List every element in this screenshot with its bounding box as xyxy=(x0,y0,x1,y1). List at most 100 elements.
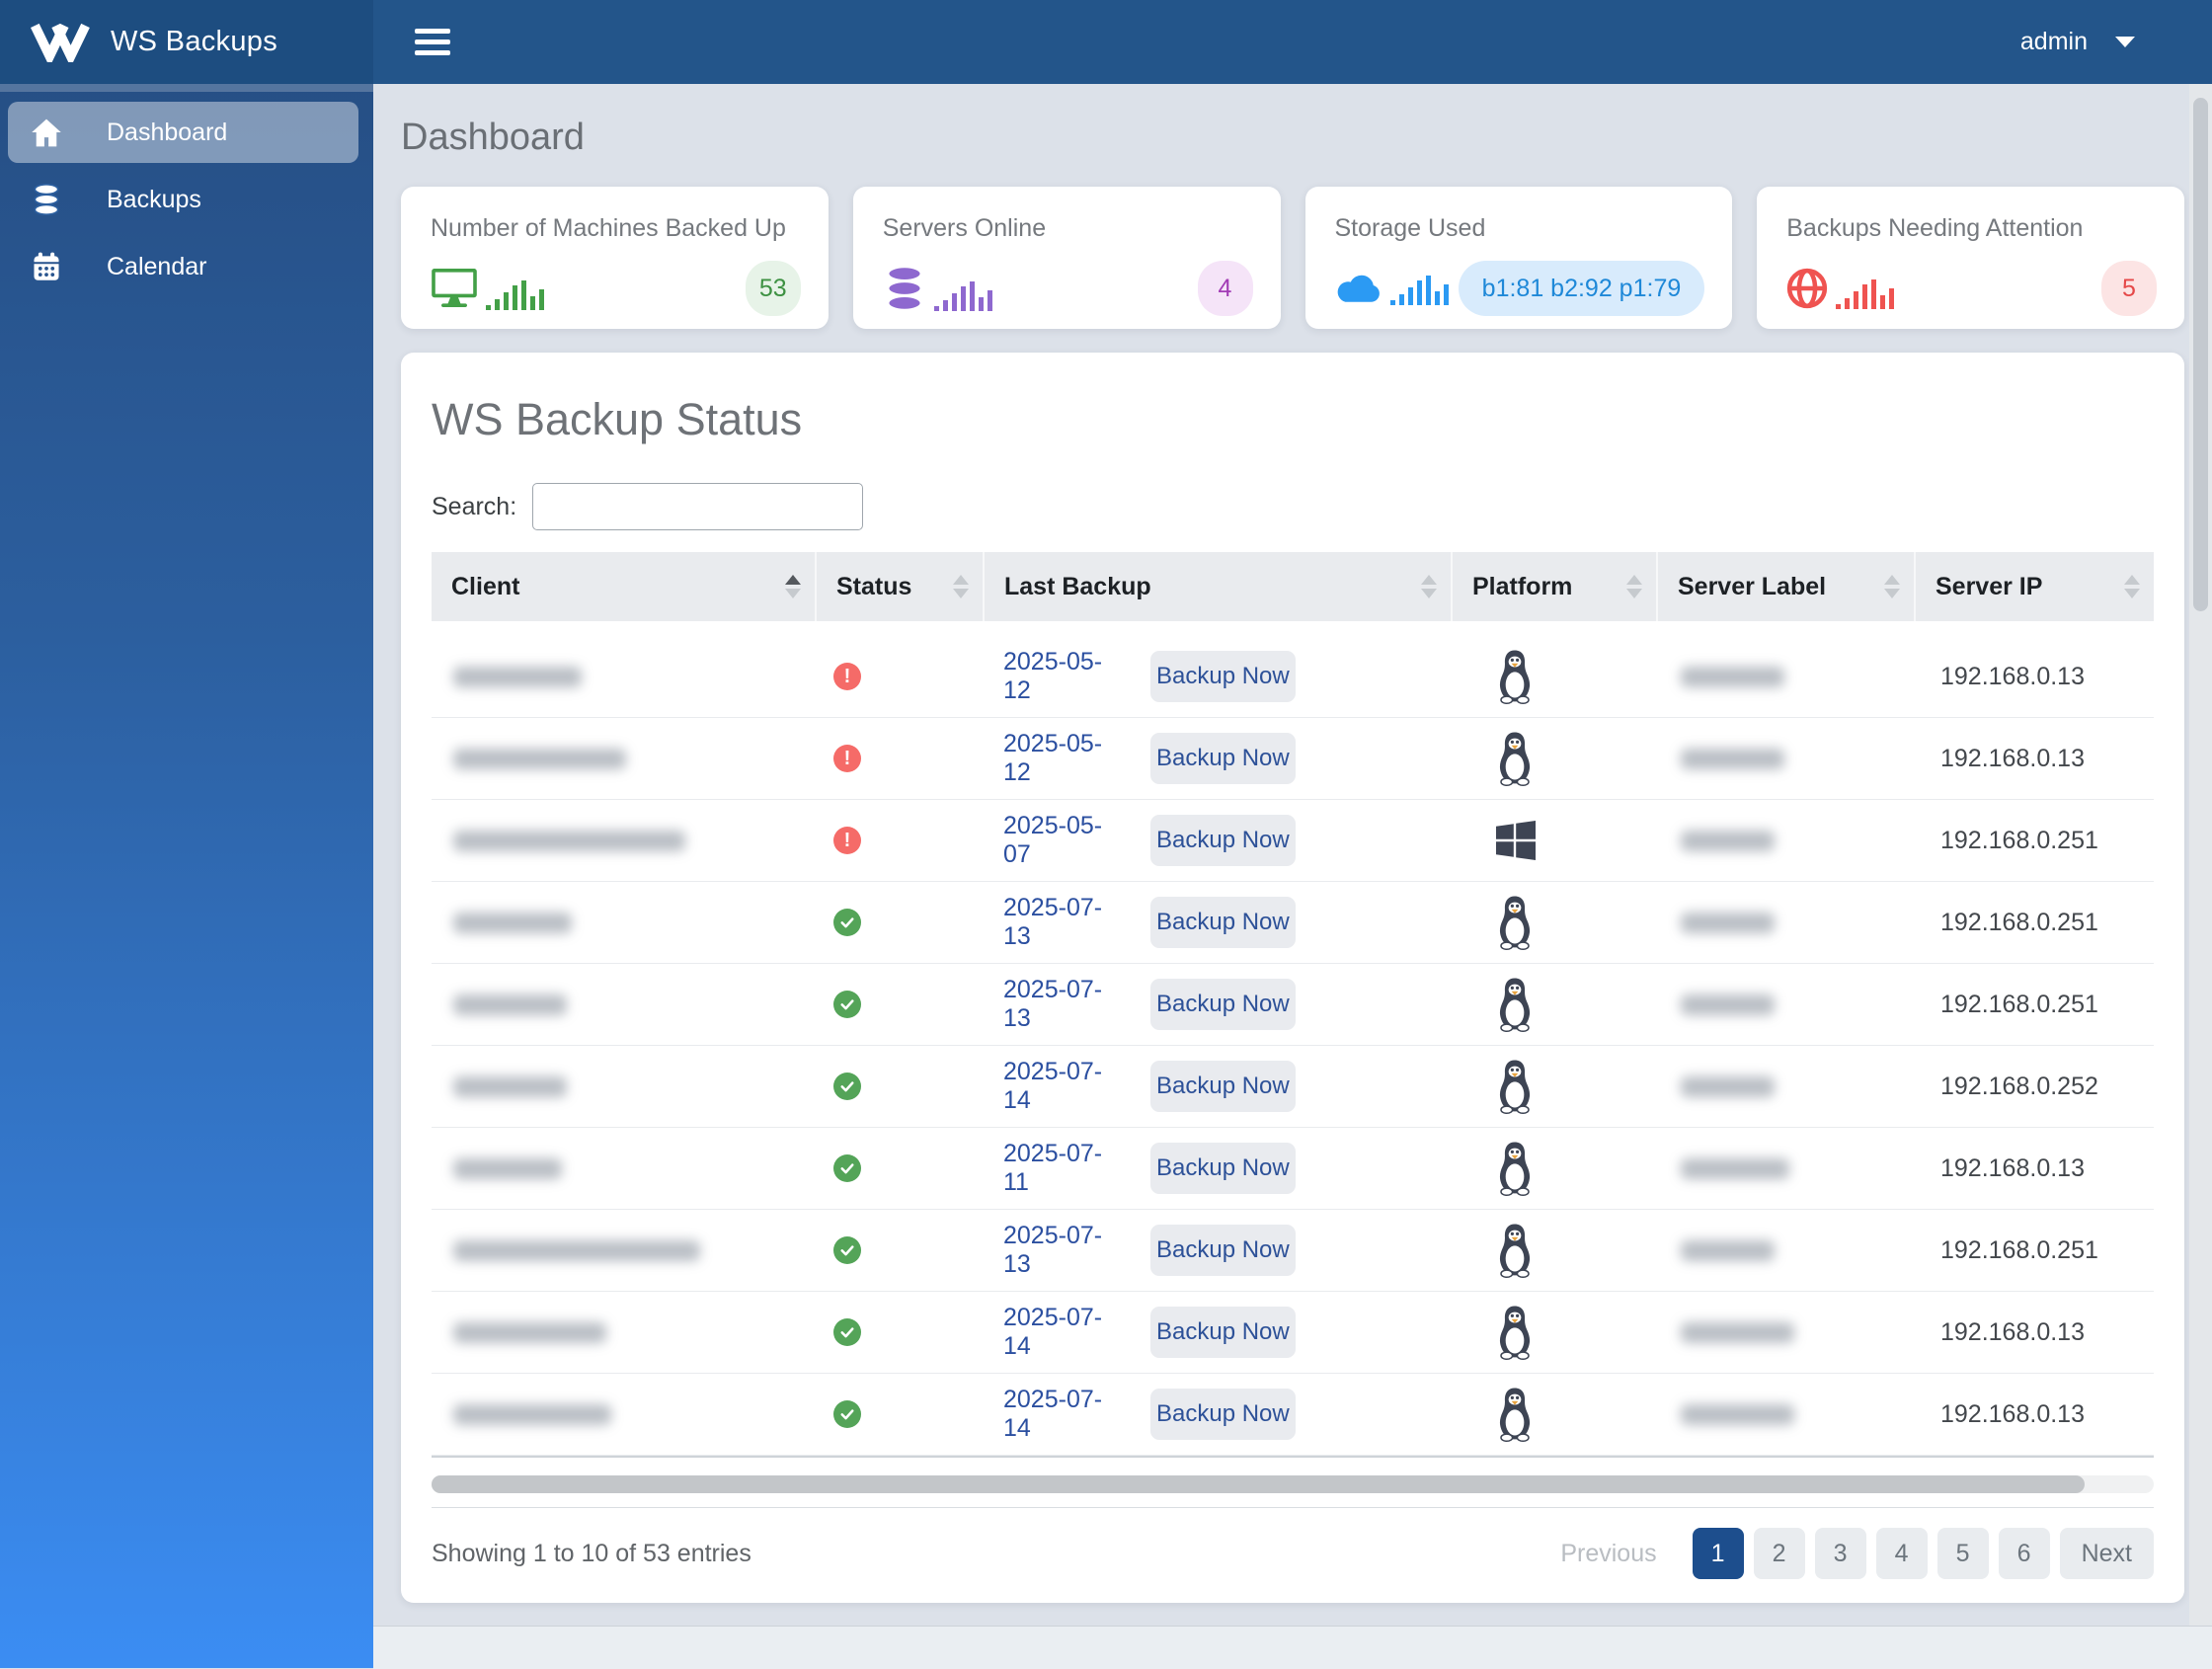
platform-cell xyxy=(1451,817,1656,864)
backup-now-button[interactable]: Backup Now xyxy=(1150,1307,1296,1358)
vertical-scrollbar xyxy=(2189,84,2212,1668)
redacted-server-label xyxy=(1681,912,1775,933)
last-backup-date: 2025-05-12 xyxy=(1003,648,1103,704)
bar-chart-icon xyxy=(486,278,547,310)
search-input[interactable] xyxy=(532,483,864,530)
backup-now-button[interactable]: Backup Now xyxy=(1150,651,1296,702)
backup-status-panel: WS Backup Status Search: Client Status L… xyxy=(401,353,2184,1603)
hamburger-menu-icon[interactable] xyxy=(415,29,450,55)
column-header-server-ip[interactable]: Server IP xyxy=(1914,552,2154,621)
table-row: ! 2025-07-13 Backup Now xyxy=(432,1210,2154,1292)
status-cell: ! xyxy=(815,1236,983,1264)
backup-now-button[interactable]: Backup Now xyxy=(1150,815,1296,866)
sort-icon xyxy=(785,575,801,598)
status-icon: ! xyxy=(833,1236,861,1264)
check-icon xyxy=(840,917,854,928)
backup-table: Client Status Last Backup Platform Serve… xyxy=(432,552,2154,1458)
pagination-page-3[interactable]: 3 xyxy=(1814,1528,1866,1579)
server-label-cell xyxy=(1656,830,1914,851)
redacted-server-label xyxy=(1681,1239,1775,1261)
table-row: ! 2025-05-12 Backup Now 192.168.0.13 xyxy=(432,718,2154,800)
card-badge: b1:81 b2:92 p1:79 xyxy=(1458,261,1705,316)
column-header-last-backup[interactable]: Last Backup xyxy=(983,552,1451,621)
last-backup-cell: 2025-07-13 Backup Now xyxy=(983,1222,1451,1279)
redacted-client-name xyxy=(453,666,582,687)
status-cell: ! xyxy=(815,1318,983,1346)
last-backup-date: 2025-07-13 xyxy=(1003,976,1103,1032)
card-title: Storage Used xyxy=(1334,214,1486,242)
redacted-client-name xyxy=(453,830,685,851)
status-icon: ! xyxy=(833,663,861,690)
database-icon xyxy=(883,266,926,311)
platform-cell xyxy=(1451,1059,1656,1114)
backup-now-button[interactable]: Backup Now xyxy=(1150,1389,1296,1440)
server-ip-cell: 192.168.0.13 xyxy=(1914,1318,2154,1347)
pagination-page-2[interactable]: 2 xyxy=(1753,1528,1805,1579)
redacted-server-label xyxy=(1681,666,1784,687)
server-label-cell xyxy=(1656,1239,1914,1261)
server-ip-cell: 192.168.0.13 xyxy=(1914,663,2154,691)
backup-now-button[interactable]: Backup Now xyxy=(1150,1061,1296,1112)
pagination-page-6[interactable]: 6 xyxy=(1998,1528,2050,1579)
check-icon xyxy=(840,999,854,1010)
vertical-scrollbar-thumb[interactable] xyxy=(2193,98,2208,611)
client-cell xyxy=(432,1239,815,1261)
bar-chart-icon xyxy=(1836,278,1897,309)
pagination-previous[interactable]: Previous xyxy=(1535,1540,1682,1568)
monitor-icon xyxy=(431,267,478,310)
last-backup-cell: 2025-07-14 Backup Now xyxy=(983,1058,1451,1115)
server-ip-cell: 192.168.0.252 xyxy=(1914,1073,2154,1101)
column-header-status[interactable]: Status xyxy=(815,552,983,621)
server-ip-cell: 192.168.0.251 xyxy=(1914,909,2154,937)
table-body: ! 2025-05-12 Backup Now 192.168.0.13 ! 2… xyxy=(432,636,2154,1458)
redacted-server-label xyxy=(1681,1075,1775,1097)
calendar-icon xyxy=(30,252,63,281)
user-dropdown[interactable]: admin xyxy=(2020,28,2135,56)
pagination-page-4[interactable]: 4 xyxy=(1875,1528,1928,1579)
column-header-client[interactable]: Client xyxy=(432,552,815,621)
last-backup-date: 2025-07-13 xyxy=(1003,894,1103,950)
server-ip-cell: 192.168.0.13 xyxy=(1914,1154,2154,1183)
column-header-server-label[interactable]: Server Label xyxy=(1656,552,1914,621)
check-icon xyxy=(840,1409,854,1420)
brand-area[interactable]: WS Backups xyxy=(0,0,373,84)
card-storage-used: Storage Used b1:81 b2:92 p1:79 xyxy=(1304,187,1733,329)
redacted-client-name xyxy=(453,1157,562,1179)
cloud-icon xyxy=(1335,272,1382,305)
brand-logo-icon xyxy=(30,23,93,62)
sidebar-item-backups[interactable]: Backups xyxy=(8,169,358,230)
backup-now-button[interactable]: Backup Now xyxy=(1150,1225,1296,1276)
search-label: Search: xyxy=(432,492,517,520)
panel-title: WS Backup Status xyxy=(432,394,803,444)
horizontal-scrollbar-thumb[interactable] xyxy=(432,1475,2086,1493)
database-icon xyxy=(30,184,63,215)
server-ip-value: 192.168.0.251 xyxy=(1940,908,2098,936)
client-cell xyxy=(432,912,815,933)
redacted-server-label xyxy=(1681,993,1775,1015)
horizontal-scrollbar xyxy=(432,1475,2154,1493)
server-ip-value: 192.168.0.251 xyxy=(1940,1235,2098,1264)
backup-now-button[interactable]: Backup Now xyxy=(1150,979,1296,1030)
server-ip-value: 192.168.0.13 xyxy=(1940,662,2085,690)
pagination-page-5[interactable]: 5 xyxy=(1936,1528,1989,1579)
status-cell: ! xyxy=(815,745,983,772)
pagination-next[interactable]: Next xyxy=(2059,1528,2154,1579)
redacted-server-label xyxy=(1681,1403,1794,1425)
client-cell xyxy=(432,1157,815,1179)
backup-now-button[interactable]: Backup Now xyxy=(1150,1143,1296,1194)
sidebar-item-calendar[interactable]: Calendar xyxy=(8,236,358,297)
status-cell: ! xyxy=(815,663,983,690)
pagination-page-1[interactable]: 1 xyxy=(1692,1528,1744,1579)
sidebar-item-dashboard[interactable]: Dashboard xyxy=(8,102,358,163)
home-icon xyxy=(30,119,63,147)
backup-now-button[interactable]: Backup Now xyxy=(1150,733,1296,784)
linux-penguin-icon xyxy=(1499,1060,1531,1114)
column-header-platform[interactable]: Platform xyxy=(1451,552,1656,621)
sort-icon xyxy=(953,575,969,598)
card-title: Backups Needing Attention xyxy=(1786,214,2084,242)
platform-cell xyxy=(1451,895,1656,950)
backup-now-button[interactable]: Backup Now xyxy=(1150,897,1296,948)
check-icon xyxy=(840,1327,854,1338)
card-badge: 4 xyxy=(1197,261,1253,316)
client-cell xyxy=(432,1075,815,1097)
